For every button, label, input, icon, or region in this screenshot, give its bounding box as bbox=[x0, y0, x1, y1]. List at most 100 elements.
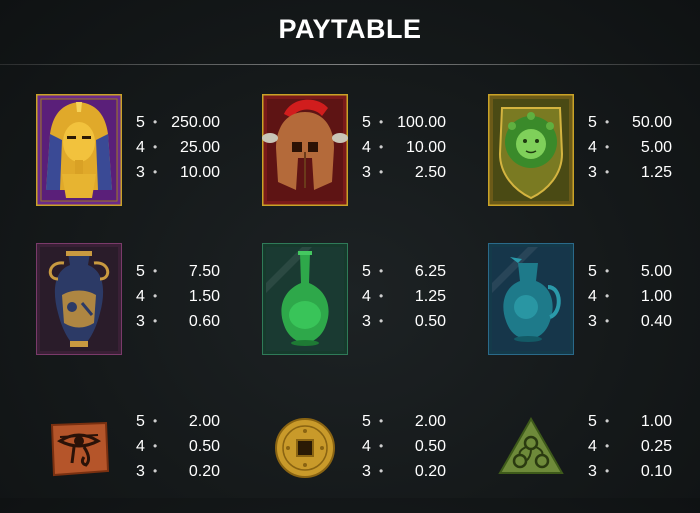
payout-row: 3 • 0.40 bbox=[588, 309, 700, 334]
payout-row: 5 • 1.00 bbox=[588, 409, 700, 434]
payout-row: 4 • 0.25 bbox=[588, 434, 700, 459]
payout-row: 4 • 0.50 bbox=[136, 434, 260, 459]
payout-value: 50.00 bbox=[631, 114, 672, 131]
payout-value: 2.00 bbox=[188, 413, 220, 430]
payout-value: 6.25 bbox=[414, 263, 446, 280]
bullet: • bbox=[605, 464, 610, 478]
symbol-blue-jug: 5 • 5.00 4 • 1.00 3 • 0.40 bbox=[487, 242, 700, 363]
payout-row: 3 • 0.20 bbox=[136, 459, 260, 484]
payout-value: 0.20 bbox=[188, 463, 220, 480]
payout-row: 3 • 0.50 bbox=[362, 309, 486, 334]
payout-row: 4 • 25.00 bbox=[136, 135, 260, 160]
payout-row: 3 • 0.60 bbox=[136, 309, 260, 334]
match-count: 3 bbox=[588, 164, 597, 181]
blue-jug-icon bbox=[487, 242, 575, 360]
match-count: 4 bbox=[588, 139, 597, 156]
pharaoh-icon bbox=[34, 92, 124, 211]
payout-row: 4 • 1.00 bbox=[588, 284, 700, 309]
payout-row: 4 • 10.00 bbox=[362, 135, 486, 160]
payout-value: 7.50 bbox=[188, 263, 220, 280]
eye-of-horus-icon bbox=[48, 419, 110, 482]
payout-list: 5 • 1.00 4 • 0.25 3 • 0.10 bbox=[588, 409, 700, 484]
match-count: 3 bbox=[362, 463, 371, 480]
bullet: • bbox=[605, 165, 610, 179]
bullet: • bbox=[605, 414, 610, 428]
payout-value: 0.25 bbox=[640, 438, 672, 455]
payout-value: 1.50 bbox=[188, 288, 220, 305]
bullet: • bbox=[379, 140, 384, 154]
bullet: • bbox=[153, 289, 158, 303]
payout-value: 5.00 bbox=[640, 139, 672, 156]
payout-value: 2.00 bbox=[414, 413, 446, 430]
symbol-medusa: 5 • 50.00 4 • 5.00 3 • 1.25 bbox=[486, 92, 700, 214]
symbol-pharaoh: 5 • 250.00 4 • 25.00 3 • 10.00 bbox=[34, 92, 266, 214]
match-count: 5 bbox=[588, 263, 597, 280]
symbol-triskelion-stone: 5 • 1.00 4 • 0.25 3 • 0.10 bbox=[488, 393, 700, 513]
symbol-amphora: 5 • 7.50 4 • 1.50 3 • 0.60 bbox=[35, 242, 266, 363]
match-count: 4 bbox=[136, 288, 145, 305]
match-count: 5 bbox=[136, 413, 145, 430]
payout-value: 25.00 bbox=[179, 139, 220, 156]
match-count: 5 bbox=[588, 114, 597, 131]
payout-row: 5 • 250.00 bbox=[136, 110, 260, 135]
bullet: • bbox=[605, 314, 610, 328]
match-count: 3 bbox=[136, 463, 145, 480]
payout-row: 5 • 5.00 bbox=[588, 259, 700, 284]
payout-row: 5 • 2.00 bbox=[362, 409, 486, 434]
bullet: • bbox=[379, 115, 384, 129]
payout-value: 0.50 bbox=[414, 438, 446, 455]
green-vase-icon bbox=[261, 242, 349, 360]
paytable-title: PAYTABLE bbox=[278, 14, 422, 44]
symbol-green-vase: 5 • 6.25 4 • 1.25 3 • 0.50 bbox=[261, 242, 492, 363]
match-count: 3 bbox=[588, 313, 597, 330]
bullet: • bbox=[379, 464, 384, 478]
match-count: 4 bbox=[136, 139, 145, 156]
match-count: 5 bbox=[362, 263, 371, 280]
match-count: 4 bbox=[136, 438, 145, 455]
payout-row: 5 • 2.00 bbox=[136, 409, 260, 434]
bullet: • bbox=[153, 439, 158, 453]
match-count: 3 bbox=[136, 164, 145, 181]
payout-row: 4 • 0.50 bbox=[362, 434, 486, 459]
payout-row: 5 • 6.25 bbox=[362, 259, 486, 284]
symbol-eye-of-horus: 5 • 2.00 4 • 0.50 3 • 0.20 bbox=[36, 393, 266, 513]
bullet: • bbox=[153, 165, 158, 179]
payout-value: 250.00 bbox=[171, 114, 220, 131]
match-count: 4 bbox=[362, 139, 371, 156]
bullet: • bbox=[605, 289, 610, 303]
title-divider bbox=[0, 64, 700, 65]
bullet: • bbox=[379, 439, 384, 453]
payout-value: 5.00 bbox=[640, 263, 672, 280]
bullet: • bbox=[379, 289, 384, 303]
payout-value: 0.60 bbox=[188, 313, 220, 330]
payout-list: 5 • 2.00 4 • 0.50 3 • 0.20 bbox=[136, 409, 260, 484]
payout-row: 3 • 10.00 bbox=[136, 160, 260, 185]
payout-row: 4 • 1.50 bbox=[136, 284, 260, 309]
bullet: • bbox=[605, 264, 610, 278]
bullet: • bbox=[605, 140, 610, 154]
match-count: 3 bbox=[136, 313, 145, 330]
match-count: 5 bbox=[136, 263, 145, 280]
symbol-spartan-helmet: 5 • 100.00 4 • 10.00 3 • 2.50 bbox=[260, 92, 492, 214]
match-count: 5 bbox=[136, 114, 145, 131]
match-count: 3 bbox=[588, 463, 597, 480]
payout-value: 0.20 bbox=[414, 463, 446, 480]
payout-list: 5 • 5.00 4 • 1.00 3 • 0.40 bbox=[588, 259, 700, 334]
payout-row: 3 • 1.25 bbox=[588, 160, 700, 185]
coin-icon bbox=[274, 417, 336, 484]
payout-row: 3 • 0.10 bbox=[588, 459, 700, 484]
match-count: 4 bbox=[362, 438, 371, 455]
payout-row: 4 • 1.25 bbox=[362, 284, 486, 309]
bullet: • bbox=[379, 414, 384, 428]
bullet: • bbox=[379, 165, 384, 179]
payout-value: 10.00 bbox=[179, 164, 220, 181]
payout-row: 5 • 100.00 bbox=[362, 110, 486, 135]
payout-value: 2.50 bbox=[414, 164, 446, 181]
payout-value: 1.00 bbox=[640, 413, 672, 430]
payout-list: 5 • 100.00 4 • 10.00 3 • 2.50 bbox=[362, 110, 486, 185]
triskelion-stone-icon bbox=[498, 416, 564, 482]
payout-list: 5 • 250.00 4 • 25.00 3 • 10.00 bbox=[136, 110, 260, 185]
bullet: • bbox=[153, 314, 158, 328]
payout-row: 3 • 2.50 bbox=[362, 160, 486, 185]
payout-value: 0.50 bbox=[188, 438, 220, 455]
